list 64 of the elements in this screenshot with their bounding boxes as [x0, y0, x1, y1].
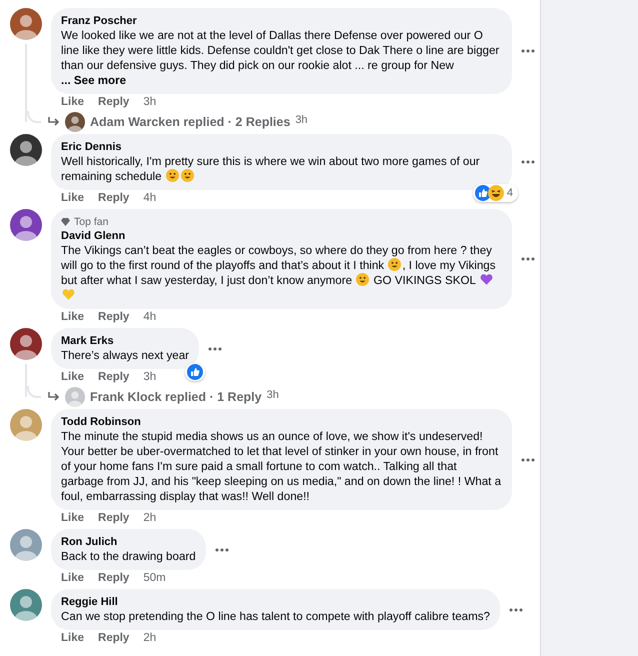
- view-replies-link[interactable]: Adam Warcken replied · 2 Replies: [90, 112, 290, 132]
- more-icon: [208, 346, 222, 350]
- comment-text: The minute the stupid media shows us an ounce of love, we show it's undeserved! Your better be uber-overmatched to let that level of stinker in your own house, in front of your home fans I'm sure paid a small fortune to com watch.. Talking all that garbage from JJ, and his "keep sleeping on us media," and on down the line! ! What a foul, embarrassing display that was!! Well done!!: [61, 429, 502, 504]
- like-link[interactable]: Like: [61, 190, 84, 208]
- reply-link[interactable]: Reply: [98, 369, 130, 387]
- like-link[interactable]: Like: [61, 570, 84, 588]
- top-fan-label: Top fan: [74, 215, 108, 229]
- reply-link[interactable]: Reply: [98, 570, 130, 588]
- comment-time: 4h: [143, 191, 156, 206]
- more-icon: [509, 608, 524, 612]
- like-link[interactable]: Like: [61, 309, 84, 327]
- diamond-icon: [61, 218, 70, 226]
- avatar-icon[interactable]: [10, 134, 42, 166]
- author-name[interactable]: Franz Poscher: [61, 14, 502, 28]
- more-icon: [521, 458, 535, 462]
- see-more-link[interactable]: ... See more: [61, 73, 126, 88]
- reply-link[interactable]: Reply: [98, 309, 130, 327]
- like-link[interactable]: Like: [61, 369, 84, 387]
- comment-text: We looked like we are not at the level of Dallas there Defense over powered our O line like they were little kids. Defense couldn't get close to Dak There o line are bigger than our defensive guys. They did pick on our rookie alot ... re group for New ... See more: [61, 28, 500, 88]
- more-icon: [214, 548, 229, 552]
- avatar-icon[interactable]: [10, 8, 42, 40]
- reply-link[interactable]: Reply: [98, 190, 130, 208]
- reaction-count: 4: [506, 186, 514, 200]
- avatar-icon[interactable]: [65, 112, 85, 132]
- comment-time: 4h: [143, 310, 156, 326]
- comment-time: 2h: [143, 511, 156, 526]
- reply-arrow-icon: [48, 117, 60, 127]
- like-link[interactable]: Like: [61, 510, 84, 528]
- comment-time: 2h: [143, 631, 156, 646]
- avatar-icon[interactable]: [10, 328, 42, 360]
- comment-text: Well historically, I'm pretty sure this is where we win about two more games of our remaining schedule: [61, 154, 481, 184]
- author-name[interactable]: Ron Julich: [61, 535, 196, 549]
- comment-text: Can we stop pretending the O line has talent to compete with playoff calibre teams?: [61, 609, 490, 624]
- like-icon: [187, 364, 204, 380]
- reply-time: 3h: [266, 388, 279, 403]
- like-link[interactable]: Like: [61, 630, 84, 648]
- thread-connector: [27, 386, 41, 398]
- reply-link[interactable]: Reply: [98, 94, 130, 112]
- author-name[interactable]: David Glenn: [61, 229, 502, 243]
- view-replies-link[interactable]: Frank Klock replied · 1 Reply: [90, 388, 262, 406]
- thread-connector: [27, 111, 41, 123]
- author-name[interactable]: Todd Robinson: [61, 415, 502, 429]
- laughing-face-icon: [488, 184, 504, 201]
- comment-text: The Vikings can’t beat the eagles or cowboys, so where do they go from here ? they will go to the first round of the playoffs and that’s about it I think , I love my Vikings but after what I saw yesterday, I just don’t know anymore GO VIKINGS SKOL: [61, 243, 502, 303]
- more-icon: [521, 160, 535, 164]
- reply-arrow-icon: [48, 392, 60, 402]
- reaction-badge[interactable]: [185, 363, 206, 381]
- comment-time: 3h: [143, 370, 156, 386]
- like-link[interactable]: Like: [61, 94, 84, 112]
- avatar-icon[interactable]: [10, 209, 42, 241]
- author-name[interactable]: Eric Dennis: [61, 140, 502, 154]
- comment-text: Back to the drawing board: [61, 549, 196, 564]
- author-name[interactable]: Mark Erks: [61, 334, 190, 348]
- reaction-badge[interactable]: 4: [472, 184, 518, 202]
- author-name[interactable]: Reggie Hill: [61, 595, 490, 609]
- more-icon: [521, 49, 535, 53]
- reply-link[interactable]: Reply: [98, 510, 130, 528]
- comment-time: 50m: [143, 571, 166, 586]
- comment-text: There’s always next year: [61, 348, 190, 363]
- reply-link[interactable]: Reply: [98, 630, 130, 648]
- comment-time: 3h: [143, 95, 156, 110]
- like-icon: [474, 184, 491, 201]
- reply-time: 3h: [295, 112, 308, 128]
- more-icon: [521, 257, 535, 261]
